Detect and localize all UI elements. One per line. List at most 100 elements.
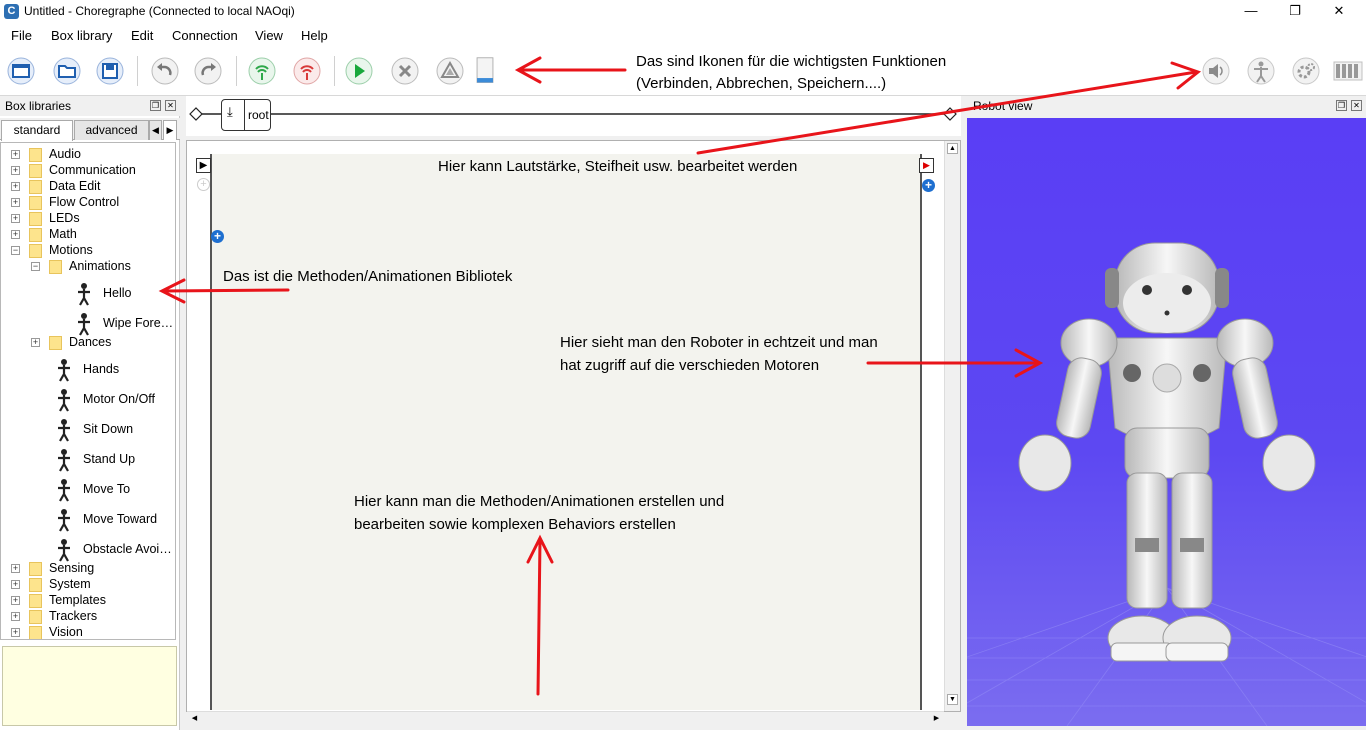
expand-icon[interactable]: + <box>11 612 20 621</box>
diagram-horizontal-scrollbar[interactable]: ◀ ▶ <box>187 711 944 725</box>
close-panel-icon[interactable]: ✕ <box>165 100 176 111</box>
tree-item-label: Flow Control <box>49 195 120 209</box>
tree-box-item[interactable]: Wipe Fore… <box>1 312 175 336</box>
folder-icon <box>29 180 42 194</box>
folder-icon <box>29 610 42 624</box>
tab-standard[interactable]: standard <box>1 120 73 141</box>
window-title: Untitled - Choregraphe (Connected to loc… <box>24 4 295 18</box>
tree-box-item[interactable]: Sit Down <box>1 418 175 442</box>
root-breadcrumb-button[interactable]: ⤓ root <box>221 99 271 131</box>
save-project-icon[interactable] <box>95 56 125 86</box>
add-parameter-icon[interactable]: + <box>211 230 224 243</box>
tree-box-item[interactable]: Move Toward <box>1 508 175 532</box>
tree-folder[interactable]: + Templates <box>1 593 175 609</box>
menu-edit[interactable]: Edit <box>131 28 153 43</box>
expand-icon[interactable]: + <box>11 580 20 589</box>
close-robot-view-icon[interactable]: ✕ <box>1351 100 1362 111</box>
scroll-up-icon[interactable]: ▲ <box>947 143 958 154</box>
menu-help[interactable]: Help <box>301 28 328 43</box>
menu-view[interactable]: View <box>255 28 283 43</box>
close-button[interactable]: ✕ <box>1316 0 1362 24</box>
tab-scroll-right-icon[interactable]: ▶ <box>163 120 177 140</box>
root-divider <box>244 100 245 130</box>
flow-diagram-area[interactable] <box>210 154 922 710</box>
undo-icon[interactable] <box>150 56 180 86</box>
tree-folder[interactable]: + Trackers <box>1 609 175 625</box>
minimize-button[interactable]: — <box>1228 0 1274 24</box>
stop-icon[interactable] <box>390 56 420 86</box>
tree-box-item[interactable]: Move To <box>1 478 175 502</box>
collapse-icon[interactable]: − <box>31 262 40 271</box>
add-output-icon[interactable]: + <box>922 179 935 192</box>
tree-folder[interactable]: + Vision <box>1 625 175 639</box>
open-project-icon[interactable] <box>52 56 82 86</box>
tree-folder[interactable]: + Dances <box>1 335 175 351</box>
connect-icon[interactable] <box>247 56 277 86</box>
stiffness-icon[interactable] <box>1246 56 1276 86</box>
robot-3d-view[interactable] <box>967 118 1366 726</box>
tree-box-item[interactable]: Hands <box>1 358 175 382</box>
tree-item-label: Obstacle Avoi… <box>83 542 172 556</box>
tree-box-item[interactable]: Obstacle Avoi… <box>1 538 175 562</box>
robot-state-icon[interactable] <box>472 56 498 86</box>
nao-robot-icon[interactable] <box>1007 238 1317 688</box>
collapse-icon[interactable]: − <box>11 246 20 255</box>
volume-icon[interactable] <box>1201 56 1231 86</box>
menu-connection[interactable]: Connection <box>172 28 238 43</box>
tab-advanced[interactable]: advanced <box>74 120 149 140</box>
tree-box-item[interactable]: Stand Up <box>1 448 175 472</box>
float-robot-view-icon[interactable]: ❐ <box>1336 100 1347 111</box>
tree-item-label: Motions <box>49 243 93 257</box>
expand-icon[interactable]: + <box>11 166 20 175</box>
menu-file[interactable]: File <box>11 28 32 43</box>
add-input-icon[interactable]: + <box>197 178 210 191</box>
tree-folder[interactable]: + LEDs <box>1 211 175 227</box>
tree-folder[interactable]: + Audio <box>1 147 175 163</box>
box-libraries-title: Box libraries <box>5 99 72 113</box>
tree-folder[interactable]: + Flow Control <box>1 195 175 211</box>
tree-item-label: Vision <box>49 625 83 639</box>
scroll-down-icon[interactable]: ▼ <box>947 694 958 705</box>
tree-item-label: Data Edit <box>49 179 101 193</box>
tree-folder[interactable]: − Motions <box>1 243 175 259</box>
debug-icon[interactable] <box>435 56 465 86</box>
tree-folder[interactable]: + System <box>1 577 175 593</box>
settings-icon[interactable] <box>1291 56 1321 86</box>
diagram-vertical-scrollbar[interactable]: ▲ ▼ <box>944 141 960 711</box>
disconnect-icon[interactable] <box>292 56 322 86</box>
folder-icon <box>49 260 62 274</box>
redo-icon[interactable] <box>193 56 223 86</box>
onstopped-output-icon[interactable]: ▶ <box>919 158 934 173</box>
box-library-tree: + Audio + Communication + Data Edit + Flow Cont… <box>0 142 176 640</box>
tree-folder[interactable]: + Data Edit <box>1 179 175 195</box>
expand-icon[interactable]: + <box>11 182 20 191</box>
expand-icon[interactable]: + <box>11 564 20 573</box>
expand-icon[interactable]: + <box>11 198 20 207</box>
menu-box-library[interactable]: Box library <box>51 28 112 43</box>
tree-box-item[interactable]: Hello <box>1 282 175 306</box>
tab-scroll-left-icon[interactable]: ◀ <box>149 120 162 140</box>
expand-icon[interactable]: + <box>31 338 40 347</box>
tree-folder[interactable]: − Animations <box>1 259 175 275</box>
scroll-left-icon[interactable]: ◀ <box>189 713 200 724</box>
onstart-input-icon[interactable]: ▶ <box>196 158 211 173</box>
tree-folder[interactable]: + Communication <box>1 163 175 179</box>
tree-box-item[interactable]: Motor On/Off <box>1 388 175 412</box>
tree-item-label: Templates <box>49 593 106 607</box>
tree-folder[interactable]: + Math <box>1 227 175 243</box>
new-project-icon[interactable] <box>6 56 36 86</box>
float-panel-icon[interactable]: ❐ <box>150 100 161 111</box>
expand-icon[interactable]: + <box>11 214 20 223</box>
tree-item-label: Hands <box>83 362 120 376</box>
expand-icon[interactable]: + <box>11 230 20 239</box>
scroll-right-icon[interactable]: ▶ <box>931 713 942 724</box>
tree-item-label: Sit Down <box>83 422 134 436</box>
maximize-button[interactable]: ❐ <box>1272 0 1318 24</box>
robot-view-header: Robot view ❐ ✕ <box>967 96 1366 118</box>
expand-icon[interactable]: + <box>11 150 20 159</box>
expand-icon[interactable]: + <box>11 596 20 605</box>
play-icon[interactable] <box>344 56 374 86</box>
annotation-editor-line2: bearbeiten sowie komplexen Behaviors ers… <box>354 516 676 533</box>
expand-icon[interactable]: + <box>11 628 20 637</box>
tree-folder[interactable]: + Sensing <box>1 561 175 577</box>
